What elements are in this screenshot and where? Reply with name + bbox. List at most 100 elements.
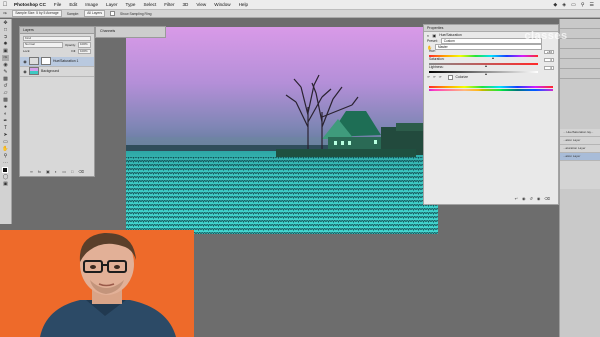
hue-slider[interactable]: Hue: +66 (429, 49, 554, 59)
mask-icon[interactable]: ▣ (46, 169, 50, 174)
blend-mode-select[interactable]: Normal (23, 42, 63, 48)
link-icon[interactable]: ∞ (30, 169, 33, 174)
dropbox-icon[interactable]: ◆ (553, 2, 557, 8)
type-tool-icon[interactable]: T (2, 125, 9, 131)
clone-stamp-icon[interactable]: ▩ (2, 76, 9, 82)
more-tools-icon[interactable]: ⋯ (2, 160, 9, 166)
menu-app-name[interactable]: Photoshop CC (10, 2, 50, 7)
brush-tool-icon[interactable]: ✎ (2, 69, 9, 75)
screen-mode-icon[interactable]: ▣ (2, 181, 9, 187)
path-select-icon[interactable]: ➤ (2, 132, 9, 138)
menu-layer[interactable]: Layer (102, 2, 122, 7)
menu-filter[interactable]: Filter (160, 2, 178, 7)
menu-help[interactable]: Help (235, 2, 252, 7)
hue-label: Hue: (429, 49, 436, 53)
view-previous-icon[interactable]: ◉ (522, 196, 526, 201)
fill-field[interactable]: 100% (78, 48, 91, 54)
lightness-track[interactable] (429, 70, 538, 73)
history-brush-icon[interactable]: ↺ (2, 83, 9, 89)
quick-mask-icon[interactable]: ◯ (2, 174, 9, 180)
shape-tool-icon[interactable]: ▭ (2, 139, 9, 145)
dock-strip[interactable] (560, 59, 600, 69)
eyedropper-tool-icon[interactable]: ✑ (3, 11, 7, 17)
blur-tool-icon[interactable]: ● (2, 104, 9, 110)
fx-icon[interactable]: fx (38, 169, 41, 174)
apple-menu-icon[interactable]:  (0, 2, 10, 8)
lasso-tool-icon[interactable]: ➲ (2, 34, 9, 40)
crop-tool-icon[interactable]: ▣ (2, 48, 9, 54)
adjustment-icon[interactable]: ◐ (55, 169, 57, 174)
layer-hue-saturation[interactable]: ◉ Hue/Saturation 1 (20, 56, 94, 67)
eyedropper-plus-icon[interactable]: ✑ (433, 75, 436, 79)
hue-value-field[interactable]: +66 (544, 50, 554, 54)
marquee-tool-icon[interactable]: □ (2, 27, 9, 33)
menu-window[interactable]: Window (210, 2, 234, 7)
document-canvas[interactable] (126, 27, 438, 234)
saturation-slider[interactable]: Saturation: 0 (429, 57, 554, 67)
layers-footer: ∞ fx ▣ ◐ ▭ □ ⌫ (30, 169, 84, 174)
trash-icon[interactable]: ⌫ (78, 169, 84, 174)
adjustment-layer-icon (29, 57, 39, 65)
battery-icon[interactable]: ▭ (571, 2, 576, 8)
colorize-checkbox[interactable] (447, 74, 453, 80)
history-item[interactable]: ... Hue/Saturation lay... (560, 129, 600, 137)
wifi-icon[interactable]: ◈ (562, 2, 566, 8)
channels-panel-title[interactable]: Channels (100, 29, 115, 33)
lightness-slider-handle[interactable] (485, 72, 487, 75)
opacity-label: Opacity: (64, 42, 76, 47)
menu-select[interactable]: Select (139, 2, 160, 7)
opacity-field[interactable]: 100% (78, 42, 91, 48)
eraser-tool-icon[interactable]: ▱ (2, 90, 9, 96)
visibility-eye-icon[interactable]: ◉ (23, 59, 27, 64)
search-icon[interactable]: ⚲ (581, 2, 585, 8)
folder-icon[interactable]: ▭ (62, 169, 66, 174)
new-layer-icon[interactable]: □ (71, 169, 73, 174)
sample-label: Sample: (66, 11, 80, 16)
hand-tool-icon[interactable]: ✋ (2, 146, 9, 152)
quick-select-tool-icon[interactable]: ✸ (2, 41, 9, 47)
menu-type[interactable]: Type (122, 2, 140, 7)
eyedropper-minus-icon[interactable]: ✑ (439, 75, 442, 79)
show-sampling-ring-checkbox[interactable] (110, 11, 116, 16)
layer-mask-thumb[interactable] (41, 57, 51, 65)
menu-list-icon[interactable]: ☰ (590, 2, 594, 8)
layer-name: Background (41, 69, 60, 73)
pen-tool-icon[interactable]: ✒ (2, 118, 9, 124)
saturation-track[interactable] (429, 62, 538, 65)
delete-icon[interactable]: ⌫ (544, 196, 550, 201)
eyedropper-icon[interactable]: ✑ (427, 75, 430, 79)
reset-icon[interactable]: ↺ (529, 196, 532, 201)
foreground-color-swatch[interactable] (2, 167, 10, 175)
layer-kind-filter[interactable]: Kind (23, 35, 91, 41)
channels-panel[interactable]: Channels (95, 26, 166, 38)
zoom-tool-icon[interactable]: ⚲ (2, 153, 9, 159)
dock-strip[interactable] (560, 69, 600, 79)
gradient-tool-icon[interactable]: ▩ (2, 97, 9, 103)
dodge-tool-icon[interactable]: ◐ (2, 111, 9, 117)
menu-image[interactable]: Image (81, 2, 102, 7)
history-item[interactable]: ...aturation Layer (560, 145, 600, 153)
saturation-value-field[interactable]: 0 (544, 58, 554, 62)
menu-edit[interactable]: Edit (65, 2, 81, 7)
sample-size-select[interactable]: Sample Size: 5 by 5 Average (12, 10, 62, 17)
history-item[interactable]: ...ation Layer (560, 137, 600, 145)
menu-view[interactable]: View (192, 2, 210, 7)
lightness-value-field[interactable]: 0 (544, 66, 554, 70)
lightness-slider[interactable]: Lightness: 0 (429, 65, 554, 75)
hue-track[interactable] (429, 54, 538, 57)
dock-strip[interactable] (560, 49, 600, 59)
move-tool-icon[interactable]: ✥ (2, 20, 9, 26)
visibility-eye-icon[interactable]: ◉ (23, 69, 27, 74)
fill-label: Fill: (71, 49, 76, 54)
history-item[interactable]: ...ation Layer (560, 153, 600, 161)
layers-panel-title[interactable]: Layers (20, 27, 94, 34)
mask-icon[interactable]: ▣ (432, 33, 436, 38)
layer-background[interactable]: ◉ Background (20, 67, 94, 77)
eyedropper-icon[interactable]: ✑ (2, 55, 9, 61)
menu-file[interactable]: File (50, 2, 65, 7)
clip-to-layer-icon[interactable]: ↵ (515, 196, 518, 201)
sample-select[interactable]: All Layers (84, 10, 106, 17)
healing-brush-icon[interactable]: ◉ (2, 62, 9, 68)
menu-3d[interactable]: 3D (178, 2, 192, 7)
visibility-icon[interactable]: ◉ (537, 196, 541, 201)
